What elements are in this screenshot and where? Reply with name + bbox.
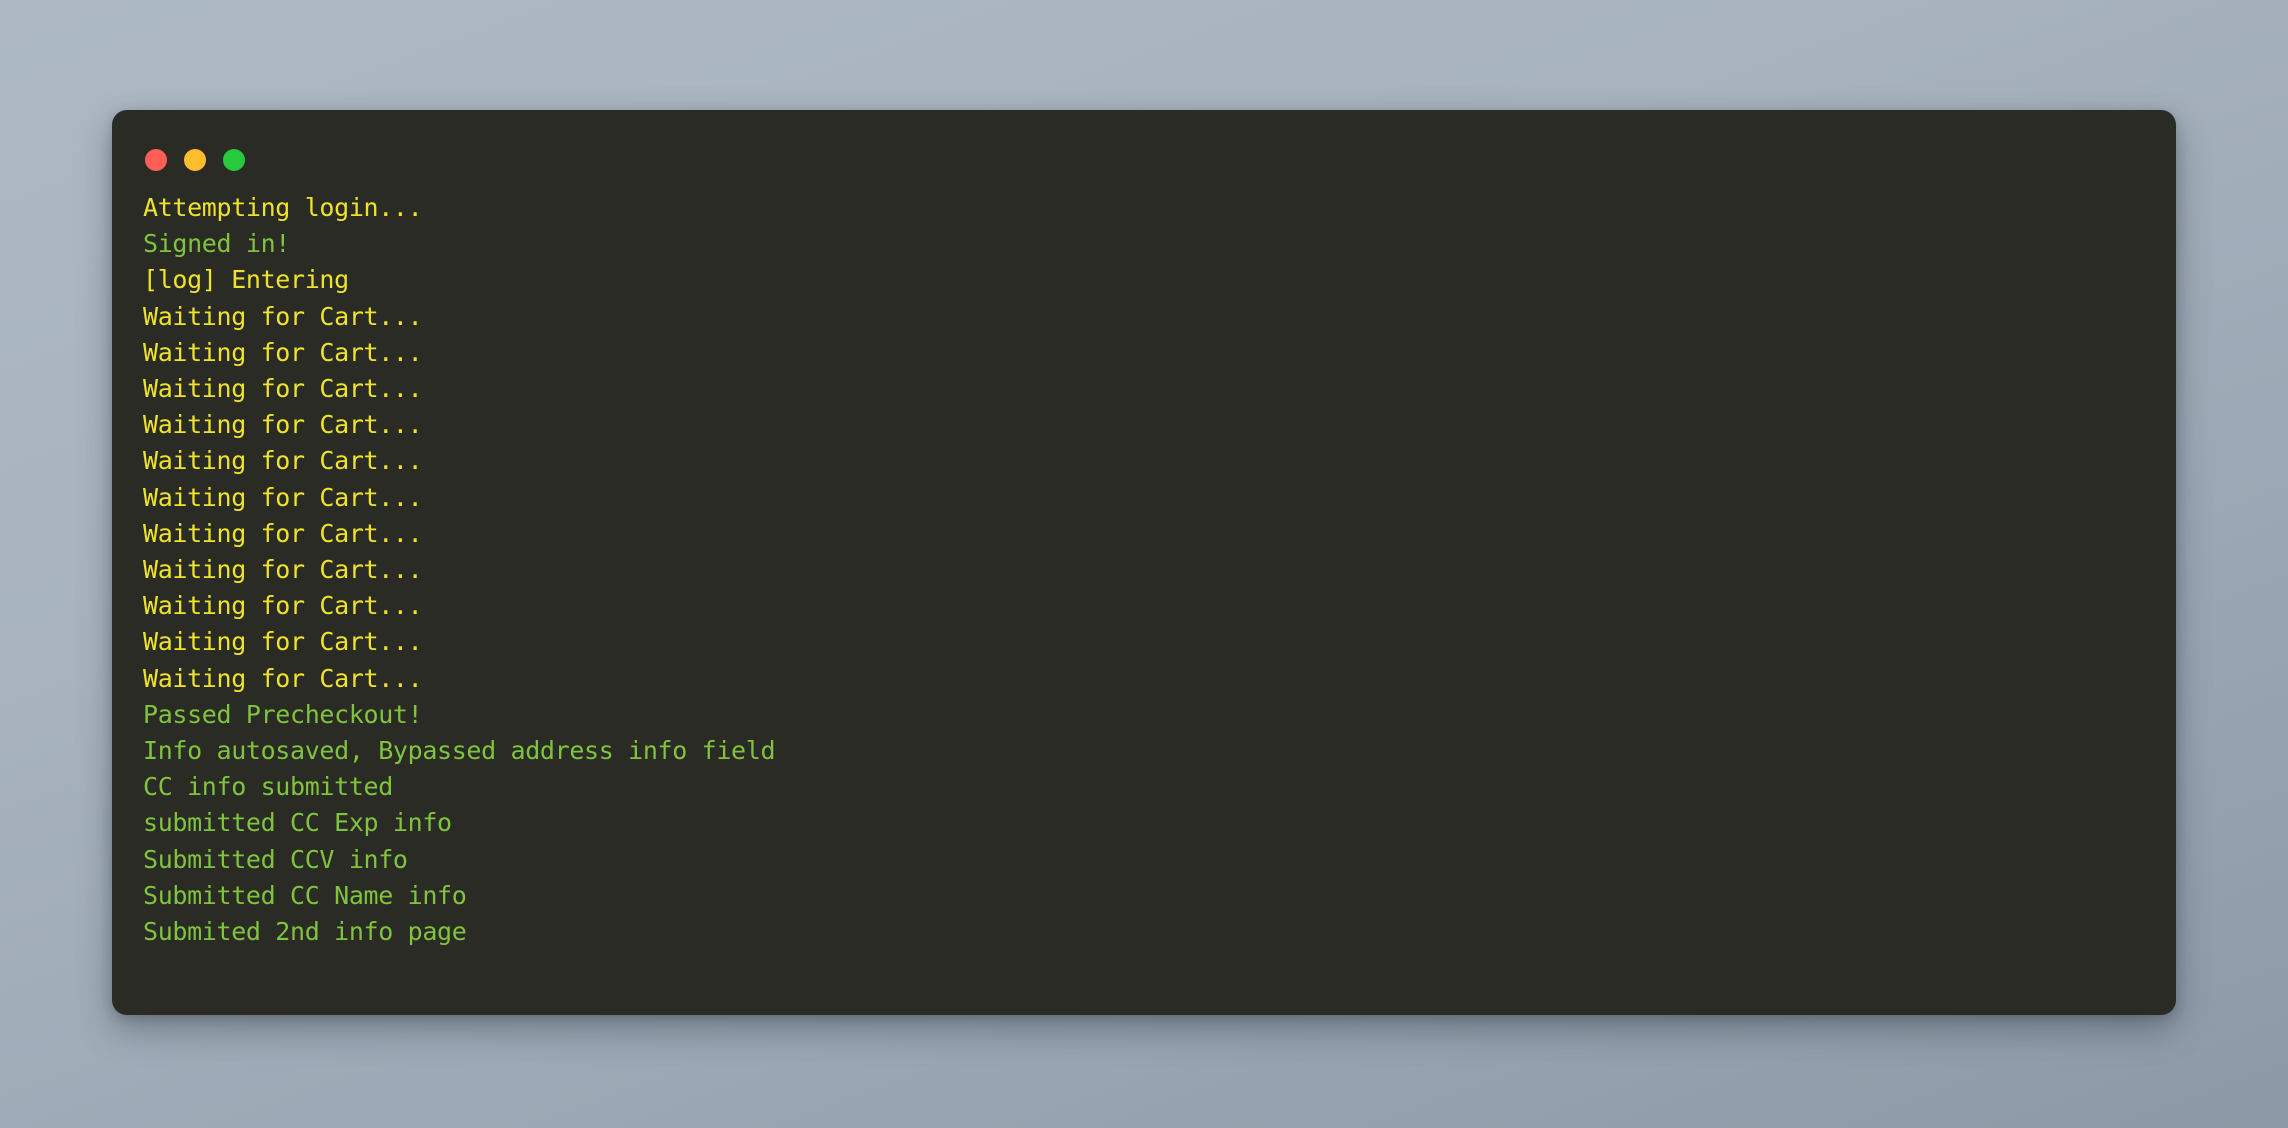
terminal-window: Attempting login... Signed in! [log] Enter… (112, 110, 2176, 1015)
terminal-log-line: Signed in! (143, 229, 291, 259)
close-button-icon[interactable] (145, 149, 167, 171)
screen: Attempting login... Signed in! [log] Enter… (0, 0, 2288, 1128)
terminal-log-line: CC info submitted (143, 772, 393, 802)
terminal-log-line: Waiting for Cart... (143, 410, 423, 440)
terminal-log-line: Info autosaved, Bypassed address info fi… (143, 736, 776, 766)
terminal-log-line: Submitted CCV info (143, 844, 408, 874)
terminal-output[interactable]: Attempting login... Signed in! [log] Enter… (112, 190, 2176, 950)
terminal-log-line: Waiting for Cart... (143, 374, 423, 404)
terminal-log-line: Submitted CC Name info (143, 880, 467, 910)
maximize-button-icon[interactable] (223, 149, 245, 171)
terminal-log-line: Waiting for Cart... (143, 482, 423, 512)
terminal-log-line: Waiting for Cart... (143, 446, 423, 476)
terminal-log-line: Waiting for Cart... (143, 663, 423, 693)
terminal-log-line: Waiting for Cart... (143, 301, 423, 331)
minimize-button-icon[interactable] (184, 149, 206, 171)
terminal-log-line: Waiting for Cart... (143, 518, 423, 548)
terminal-log-line: Waiting for Cart... (143, 337, 423, 367)
window-title (245, 146, 2176, 160)
terminal-log-line: Waiting for Cart... (143, 627, 423, 657)
terminal-log-line: submitted CC Exp info (143, 808, 452, 838)
terminal-log-line: [log] Entering (143, 265, 349, 295)
terminal-log-line: Submited 2nd info page (143, 917, 467, 947)
terminal-log-line: Waiting for Cart... (143, 555, 423, 585)
window-controls (140, 135, 245, 171)
terminal-log-line: Passed Precheckout! (143, 699, 423, 729)
terminal-log-line: Waiting for Cart... (143, 591, 423, 621)
terminal-titlebar[interactable] (112, 110, 2176, 196)
